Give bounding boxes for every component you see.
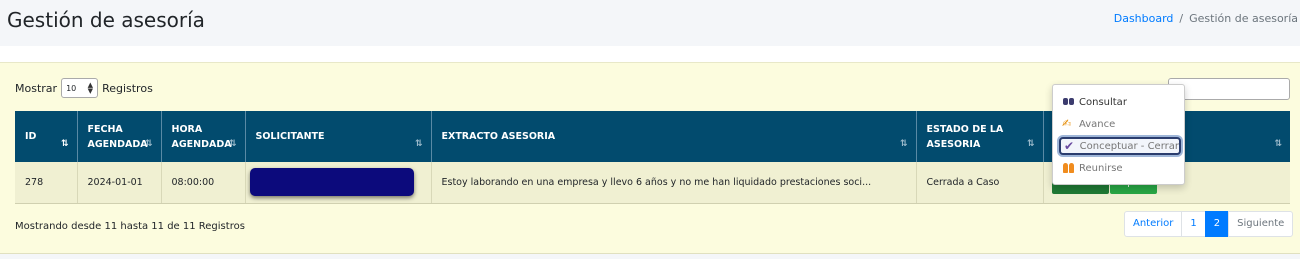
sort-icon: ⇅: [899, 139, 908, 149]
bottom-band: [0, 254, 1300, 259]
page-header: Gestión de asesoría Dashboard / Gestión de…: [0, 0, 1300, 46]
binoculars-icon: [1062, 96, 1076, 108]
pagination-previous[interactable]: Anterior: [1124, 211, 1183, 237]
sort-icon: ⇅: [1026, 139, 1035, 149]
select-arrows-icon: ▲ ▼: [87, 81, 94, 95]
breadcrumb-current: Gestión de asesoría: [1189, 12, 1298, 25]
page-title: Gestión de asesoría: [7, 8, 205, 32]
sort-icon: ⇅: [1274, 139, 1282, 149]
sort-icon: ⇅: [228, 139, 237, 149]
column-header-extracto[interactable]: EXTRACTO ASESORIA ⇅: [431, 111, 917, 162]
length-prefix: Mostrar: [15, 81, 58, 95]
column-header-id[interactable]: ID ⇅: [15, 111, 78, 162]
menu-item-consultar[interactable]: Consultar: [1062, 93, 1127, 111]
length-suffix: Registros: [102, 81, 153, 95]
pagination-page-2[interactable]: 2: [1204, 211, 1230, 237]
menu-item-avance[interactable]: ✍ Avance: [1062, 115, 1115, 133]
pagination-page-1[interactable]: 1: [1181, 211, 1206, 237]
column-header-label: ESTADO DE LA ASESORIA: [926, 123, 1004, 150]
column-header-label: FECHA AGENDADA: [87, 123, 148, 150]
sort-icon: ⇅: [414, 139, 423, 149]
length-select[interactable]: 10 ▲ ▼: [61, 78, 99, 98]
menu-item-reunirse[interactable]: Reunirse: [1062, 159, 1123, 177]
menu-item-label: Avance: [1079, 118, 1116, 130]
cell-hora: 08:00:00: [161, 162, 246, 204]
table-info: Mostrando desde 11 hasta 11 de 11 Regist…: [15, 221, 245, 232]
breadcrumb-dashboard-link[interactable]: Dashboard: [1114, 12, 1174, 25]
pagination-next[interactable]: Siguiente: [1228, 211, 1294, 237]
hand-icon: ✍: [1062, 117, 1072, 130]
menu-item-conceptuar-cerrar[interactable]: ✔ Conceptuar - Cerrar: [1059, 137, 1181, 155]
column-header-hora[interactable]: HORA AGENDADA ⇅: [161, 111, 246, 162]
cell-solicitante: [245, 162, 432, 204]
column-header-fecha[interactable]: FECHA AGENDADA ⇅: [77, 111, 162, 162]
redacted-solicitante: [249, 168, 414, 197]
pagination: Anterior 1 2 Siguiente: [1124, 211, 1294, 237]
length-control: Mostrar 10 ▲ ▼ Registros: [15, 78, 153, 98]
acciones-dropdown-menu: Consultar ✍ Avance ✔ Conceptuar - Cerrar…: [1052, 84, 1185, 185]
cell-id: 278: [15, 162, 78, 204]
menu-item-label: Conceptuar - Cerrar: [1079, 140, 1179, 152]
menu-item-label: Reunirse: [1079, 162, 1123, 174]
people-icon: [1062, 162, 1076, 174]
column-header-label: HORA AGENDADA: [171, 123, 232, 150]
sort-desc-icon: ⇅: [60, 139, 69, 149]
sort-icon: ⇅: [144, 139, 153, 149]
column-header-label: ID: [25, 131, 37, 142]
cell-extracto: Estoy laborando en una empresa y llevo 6…: [431, 162, 917, 204]
length-value: 10: [66, 83, 77, 93]
menu-item-label: Consultar: [1079, 96, 1127, 108]
column-header-label: EXTRACTO ASESORIA: [441, 131, 556, 142]
column-header-label: SOLICITANTE: [255, 131, 325, 142]
breadcrumb: Dashboard / Gestión de asesoría: [1114, 12, 1298, 25]
content-band: [0, 46, 1300, 62]
column-header-solicitante[interactable]: SOLICITANTE ⇅: [245, 111, 432, 162]
cell-estado: Cerrada a Caso: [916, 162, 1044, 204]
column-header-estado[interactable]: ESTADO DE LA ASESORIA ⇅: [916, 111, 1044, 162]
check-icon: ✔: [1064, 139, 1075, 153]
cell-fecha: 2024-01-01: [77, 162, 162, 204]
search-input[interactable]: [1168, 78, 1290, 100]
breadcrumb-separator: /: [1179, 12, 1184, 25]
